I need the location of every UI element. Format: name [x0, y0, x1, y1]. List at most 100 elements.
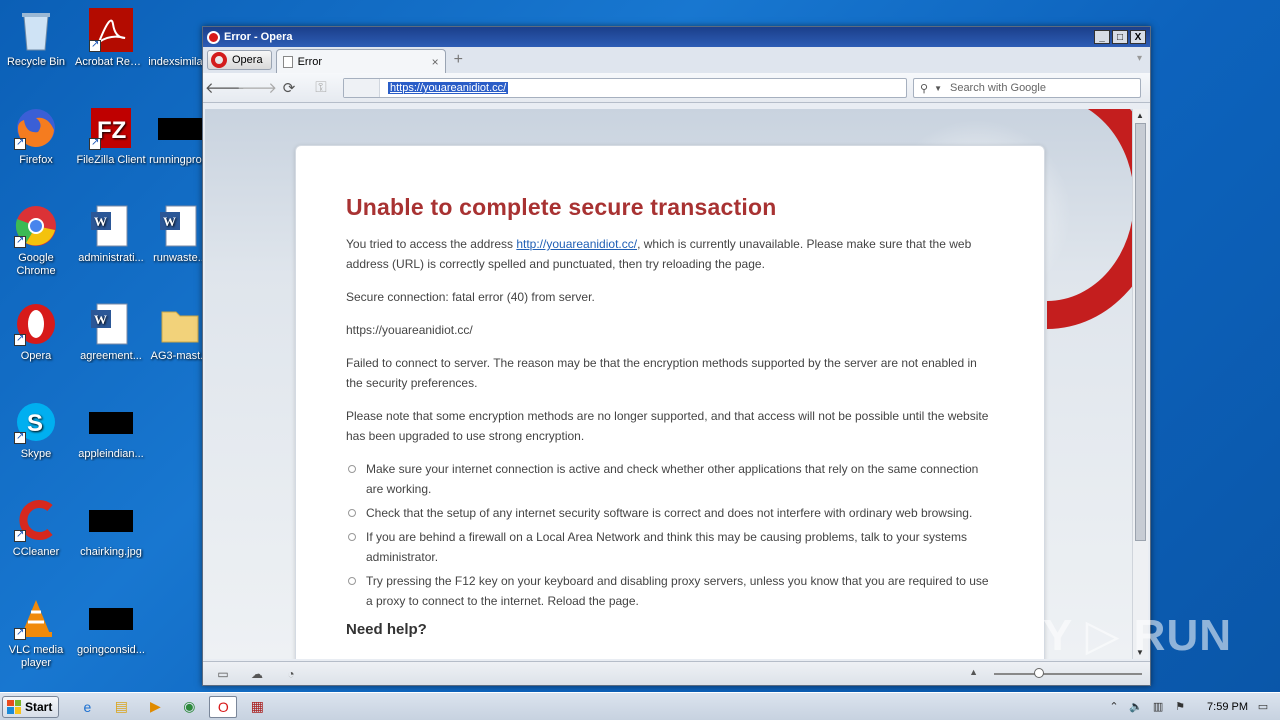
zoom-menu-icon[interactable]: ▲	[969, 667, 978, 677]
suggestion-list: Make sure your internet connection is ac…	[346, 459, 994, 611]
clock[interactable]: 7:59 PM	[1207, 701, 1248, 713]
opera-logo-icon	[207, 30, 220, 44]
desktop-icon-label: administrati...	[78, 252, 144, 264]
panel-toggle-icon[interactable]: ▭	[215, 667, 231, 681]
shortcut-arrow-icon	[89, 136, 101, 150]
internet-explorer-icon[interactable]: e	[73, 696, 101, 718]
desktop-icon-acrobat[interactable]: Acrobat Reader DC	[75, 8, 147, 69]
file-explorer-icon[interactable]: ▤	[107, 696, 135, 718]
desktop-icon-chairking[interactable]: chairking.jpg	[75, 498, 147, 559]
file-icon	[89, 400, 133, 444]
volume-icon[interactable]: 🔈	[1129, 700, 1143, 713]
desktop-icon-label: Firefox	[19, 154, 53, 166]
cloud-icon[interactable]: ☁	[249, 667, 265, 681]
desktop-icon-appleindian[interactable]: appleindian...	[75, 400, 147, 461]
window-controls: _ □ X	[1094, 30, 1146, 44]
desktop-icon-label: Skype	[20, 448, 52, 460]
tray-expand-icon[interactable]: ⌃	[1107, 700, 1121, 713]
navigation-toolbar: 🡐 🡒 ⟳ ⚿ https://youareanidiot.cc/ ⚲ ▼ Se…	[203, 73, 1150, 103]
filezilla-icon: FZ	[89, 106, 133, 150]
start-button[interactable]: Start	[2, 695, 60, 718]
chevron-down-icon[interactable]: ▾	[1137, 53, 1142, 64]
desktop-icon-vlc[interactable]: VLC media player	[0, 596, 72, 670]
search-icon: ⚲	[920, 82, 929, 95]
reload-button[interactable]: ⟳	[277, 77, 301, 99]
desktop-icon-filezilla[interactable]: FZ FileZilla Client	[75, 106, 147, 167]
chrome-taskbar-icon[interactable]: ◉	[175, 696, 203, 718]
scrollbar-thumb[interactable]	[1135, 123, 1146, 541]
image-file-icon	[89, 498, 133, 542]
error-heading: Unable to complete secure transaction	[346, 194, 777, 220]
desktop-icon-goingconsid[interactable]: goingconsid...	[75, 596, 147, 657]
error-link[interactable]: http://youareanidiot.cc/	[516, 237, 637, 251]
recycle-bin-icon	[14, 8, 58, 52]
tab-close-icon[interactable]: ×	[432, 55, 439, 69]
page-content: Unable to complete secure transaction Yo…	[205, 109, 1132, 659]
opera-menu-label: Opera	[232, 54, 263, 66]
shortcut-arrow-icon	[14, 136, 26, 150]
error-paragraph-3: https://youareanidiot.cc/	[346, 323, 473, 337]
new-tab-button[interactable]: +	[454, 51, 463, 69]
shortcut-arrow-icon	[14, 626, 26, 640]
flag-icon[interactable]: ⚑	[1173, 700, 1187, 713]
close-button[interactable]: X	[1130, 30, 1146, 44]
list-item: Try pressing the F12 key on your keyboar…	[346, 571, 994, 611]
forward-button[interactable]: 🡒	[237, 77, 277, 99]
desktop-icon-label: CCleaner	[12, 546, 60, 558]
desktop-icon-recycle-bin[interactable]: Recycle Bin	[0, 8, 72, 69]
zoom-slider[interactable]	[994, 668, 1142, 678]
search-field[interactable]: ⚲ ▼ Search with Google	[913, 78, 1141, 98]
opera-menu-button[interactable]: Opera	[207, 50, 272, 70]
desktop-icon-chrome[interactable]: Google Chrome	[0, 204, 72, 278]
scroll-up-icon[interactable]: ▲	[1136, 111, 1144, 120]
media-player-icon[interactable]: ▶	[141, 696, 169, 718]
site-badge[interactable]	[344, 79, 380, 97]
desktop-icon-skype[interactable]: S Skype	[0, 400, 72, 461]
key-icon[interactable]: ⚿	[309, 77, 333, 99]
desktop-icon-label: Recycle Bin	[6, 56, 66, 68]
desktop-icon-label: FileZilla Client	[76, 154, 146, 166]
vertical-scrollbar[interactable]: ▲ ▼	[1132, 109, 1148, 659]
list-item: Make sure your internet connection is ac…	[346, 459, 994, 499]
archiver-taskbar-icon[interactable]: ▦	[243, 696, 271, 718]
minimize-button[interactable]: _	[1094, 30, 1110, 44]
desktop-icon-opera[interactable]: Opera	[0, 302, 72, 363]
address-bar[interactable]: https://youareanidiot.cc/	[343, 78, 907, 98]
vlc-cone-icon	[14, 596, 58, 640]
desktop-icon-label: Opera	[20, 350, 52, 362]
svg-text:W: W	[94, 214, 107, 229]
tab-label: Error	[297, 55, 323, 68]
chevron-down-icon[interactable]: ▼	[934, 84, 942, 93]
file-icon	[89, 596, 133, 640]
desktop-icon-ccleaner[interactable]: CCleaner	[0, 498, 72, 559]
network-icon[interactable]: ▥	[1151, 700, 1165, 713]
desktop-icon-administrati[interactable]: W administrati...	[75, 204, 147, 265]
opera-taskbar-icon[interactable]: O	[209, 695, 238, 718]
back-button[interactable]: 🡐	[205, 77, 245, 99]
list-item: If you are behind a firewall on a Local …	[346, 527, 994, 567]
shortcut-arrow-icon	[14, 332, 26, 346]
windows-logo-icon	[7, 699, 21, 714]
file-icon	[158, 106, 202, 150]
svg-text:S: S	[27, 410, 43, 437]
error-paragraph-5: Please note that some encryption methods…	[346, 409, 989, 443]
text: You tried to access the address	[346, 237, 517, 251]
title-bar[interactable]: Error - Opera _ □ X	[203, 27, 1150, 47]
address-input[interactable]: https://youareanidiot.cc/	[388, 82, 509, 94]
shortcut-arrow-icon	[14, 234, 26, 248]
firefox-icon	[14, 106, 58, 150]
zoom-slider-knob[interactable]	[1034, 668, 1044, 678]
shortcut-arrow-icon	[14, 528, 26, 542]
maximize-button[interactable]: □	[1112, 30, 1128, 44]
desktop-icon-firefox[interactable]: Firefox	[0, 106, 72, 167]
status-bar: ▭ ☁ ◔ ▲	[203, 661, 1150, 685]
opera-window: Error - Opera _ □ X Opera Error × + ▾ 🡐 …	[202, 26, 1151, 686]
tab-error[interactable]: Error ×	[275, 49, 446, 73]
speed-dial-icon[interactable]: ◔	[283, 667, 299, 681]
word-document-icon: W	[89, 204, 133, 248]
system-tray: ⌃ 🔈 ▥ ⚑ 7:59 PM ▭	[1107, 700, 1280, 714]
shortcut-arrow-icon	[14, 430, 26, 444]
show-desktop-icon[interactable]: ▭	[1256, 700, 1270, 713]
anyrun-watermark: ANY ▷ RUN	[977, 611, 1232, 660]
desktop-icon-agreement[interactable]: W agreement...	[75, 302, 147, 363]
